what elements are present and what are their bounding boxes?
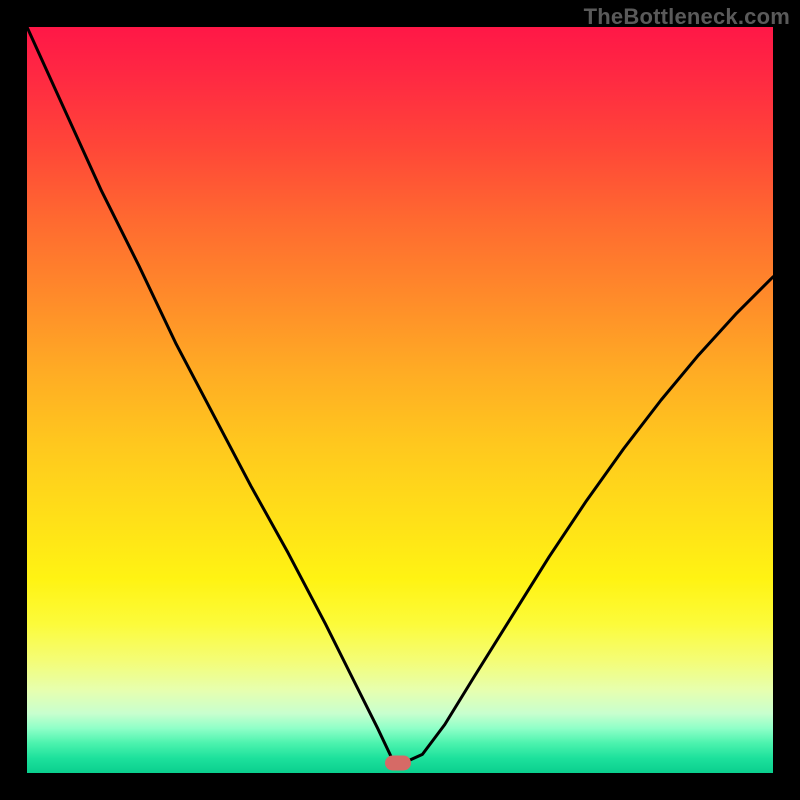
- plot-area: [27, 27, 773, 773]
- optimum-marker: [385, 755, 411, 770]
- chart-frame: TheBottleneck.com: [0, 0, 800, 800]
- deviation-curve: [27, 27, 773, 773]
- deviation-curve-path: [27, 27, 773, 761]
